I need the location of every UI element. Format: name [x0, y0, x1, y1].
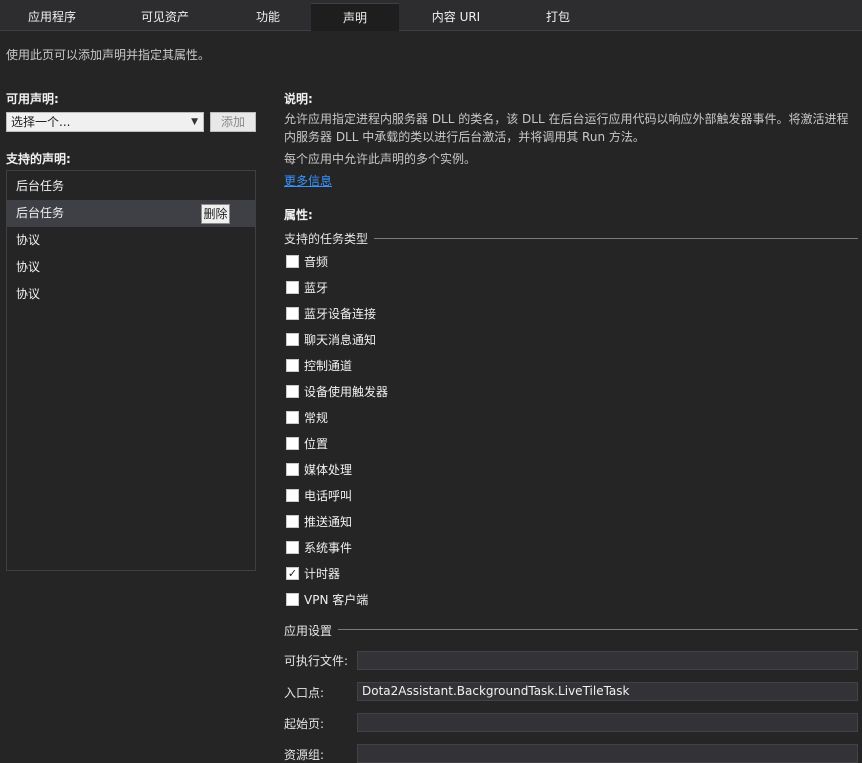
- checkbox[interactable]: [286, 359, 299, 372]
- checkbox[interactable]: [286, 385, 299, 398]
- task-type-label: 推送通知: [304, 515, 353, 529]
- supported-declarations-list: 后台任务 后台任务 删除 协议 协议 协议: [6, 170, 256, 571]
- tab-packaging[interactable]: 打包: [513, 3, 603, 31]
- task-type-label: 控制通道: [304, 359, 353, 373]
- resource-group-field[interactable]: [357, 744, 858, 763]
- checkbox[interactable]: [286, 515, 299, 528]
- list-item[interactable]: 后台任务: [7, 173, 255, 200]
- checkbox[interactable]: [286, 281, 299, 294]
- task-type-label: 位置: [304, 437, 329, 451]
- tab-bar: 应用程序 可见资产 功能 声明 内容 URI 打包: [0, 0, 862, 31]
- task-type-label: 设备使用触发器: [304, 385, 389, 399]
- task-type-label: 聊天消息通知: [304, 333, 377, 347]
- list-item-selected[interactable]: 后台任务 删除: [7, 200, 255, 227]
- checkbox[interactable]: [286, 541, 299, 554]
- task-type-label: 音频: [304, 255, 329, 269]
- entry-point-label: 入口点:: [284, 686, 325, 700]
- start-page-field[interactable]: [357, 713, 858, 732]
- supported-declarations-label: 支持的声明:: [6, 152, 71, 166]
- delete-button[interactable]: 删除: [201, 204, 230, 224]
- executable-field[interactable]: [357, 651, 858, 670]
- description-label: 说明:: [284, 92, 313, 106]
- task-type-label: 常规: [304, 411, 329, 425]
- app-settings-divider: [338, 629, 858, 630]
- task-type-label: VPN 客户端: [304, 593, 369, 607]
- add-button[interactable]: 添加: [210, 112, 256, 132]
- task-type-label: 蓝牙设备连接: [304, 307, 377, 321]
- resource-group-label: 资源组:: [284, 748, 325, 762]
- declaration-select[interactable]: 选择一个... ▼: [6, 112, 204, 132]
- tab-capabilities[interactable]: 功能: [226, 3, 310, 31]
- chevron-down-icon: ▼: [191, 117, 198, 127]
- properties-label: 属性:: [284, 208, 313, 222]
- task-type-label: 蓝牙: [304, 281, 329, 295]
- task-type-label: 计时器: [304, 567, 341, 581]
- checkbox[interactable]: [286, 411, 299, 424]
- multiple-instances-note: 每个应用中允许此声明的多个实例。: [284, 152, 477, 166]
- tab-application[interactable]: 应用程序: [0, 3, 104, 31]
- page-intro: 使用此页可以添加声明并指定其属性。: [6, 48, 211, 62]
- checkbox[interactable]: [286, 307, 299, 320]
- tab-declarations[interactable]: 声明: [311, 3, 399, 31]
- app-settings-group-title: 应用设置: [284, 624, 333, 638]
- list-item[interactable]: 协议: [7, 281, 255, 308]
- task-type-label: 系统事件: [304, 541, 353, 555]
- task-type-label: 媒体处理: [304, 463, 353, 477]
- declaration-select-value: 选择一个...: [11, 115, 71, 129]
- executable-label: 可执行文件:: [284, 654, 349, 668]
- checkbox[interactable]: [286, 593, 299, 606]
- list-item[interactable]: 协议: [7, 254, 255, 281]
- more-info-link[interactable]: 更多信息: [284, 172, 332, 189]
- tab-visual-assets[interactable]: 可见资产: [104, 3, 226, 31]
- checkbox[interactable]: [286, 463, 299, 476]
- available-declarations-label: 可用声明:: [6, 92, 59, 106]
- checkbox[interactable]: ✓: [286, 567, 299, 580]
- checkbox[interactable]: [286, 489, 299, 502]
- list-item[interactable]: 协议: [7, 227, 255, 254]
- checkbox[interactable]: [286, 437, 299, 450]
- task-types-group-title: 支持的任务类型: [284, 232, 369, 246]
- checkbox[interactable]: [286, 333, 299, 346]
- description-text: 允许应用指定进程内服务器 DLL 的类名，该 DLL 在后台运行应用代码以响应外…: [284, 112, 849, 144]
- list-item-label: 后台任务: [16, 206, 65, 220]
- task-types-divider: [374, 238, 858, 239]
- start-page-label: 起始页:: [284, 717, 325, 731]
- task-type-label: 电话呼叫: [304, 489, 353, 503]
- entry-point-field[interactable]: Dota2Assistant.BackgroundTask.LiveTileTa…: [357, 682, 858, 701]
- tab-content-uris[interactable]: 内容 URI: [399, 3, 513, 31]
- checkbox[interactable]: [286, 255, 299, 268]
